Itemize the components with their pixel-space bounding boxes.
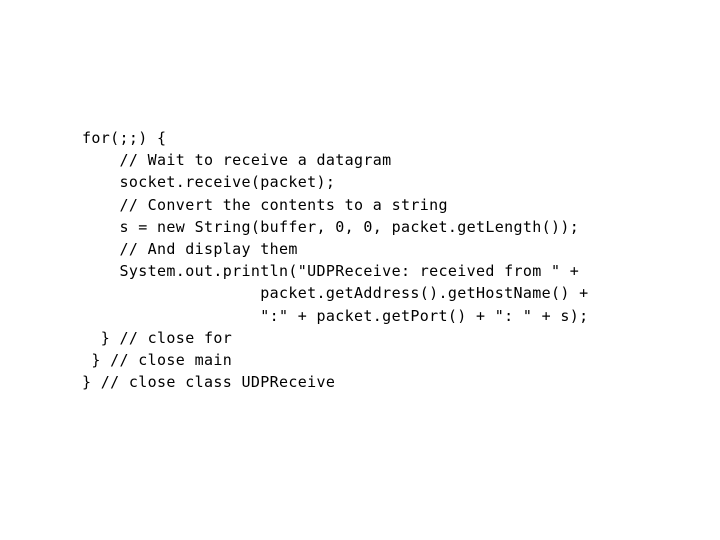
code-line: } // close for (82, 328, 233, 347)
code-line: for(;;) { (82, 129, 167, 147)
slide-canvas: for(;;) { // Wait to receive a datagram … (0, 0, 720, 540)
code-line: ":" + packet.getPort() + ": " + s); (82, 306, 589, 325)
code-line: // Convert the contents to a string (82, 195, 448, 214)
code-line: } // close main (82, 351, 233, 370)
code-line: // Wait to receive a datagram (82, 151, 392, 170)
code-line: } // close class UDPReceive (82, 373, 336, 392)
code-line: s = new String(buffer, 0, 0, packet.getL… (82, 217, 580, 236)
code-line: socket.receive(packet); (82, 173, 336, 192)
code-line: // And display them (82, 240, 298, 259)
code-line: packet.getAddress().getHostName() + (82, 284, 589, 303)
code-line: System.out.println("UDPReceive: received… (82, 262, 580, 281)
java-code-block: for(;;) { // Wait to receive a datagram … (82, 127, 589, 393)
